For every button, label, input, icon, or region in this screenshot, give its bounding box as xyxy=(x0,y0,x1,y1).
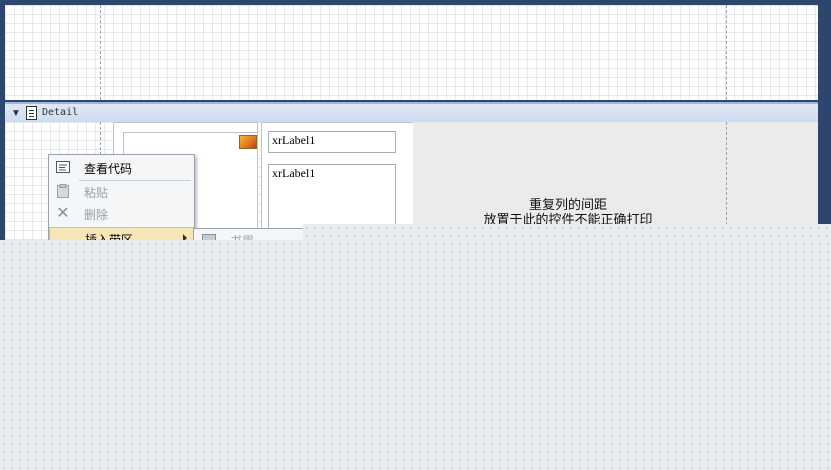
context-menu: 查看代码 粘贴 ✕ 删除 插入带区 xyxy=(48,154,195,249)
menu-item-label: 删除 xyxy=(84,208,109,222)
left-margin-guide xyxy=(100,5,101,100)
view-code-icon xyxy=(55,160,71,176)
right-margin-guide xyxy=(726,5,727,100)
menu-item-label: 查看代码 xyxy=(84,162,133,176)
menu-item-paste[interactable]: 粘贴 xyxy=(49,181,194,203)
delete-icon: ✕ xyxy=(56,205,70,222)
xrlabel-top[interactable]: xrLabel1 xyxy=(268,131,396,153)
paste-icon xyxy=(55,184,71,200)
menu-item-view-code[interactable]: 查看代码 xyxy=(49,157,194,179)
picture-icon xyxy=(239,135,257,149)
empty-workspace xyxy=(0,240,831,470)
band-title: Detail xyxy=(42,107,79,118)
menu-item-label: 粘贴 xyxy=(84,186,109,200)
band-icon xyxy=(26,106,37,120)
collapse-arrow-icon[interactable]: ▼ xyxy=(11,108,21,119)
report-design-surface-top[interactable] xyxy=(5,5,818,100)
empty-workspace-notch xyxy=(303,224,831,240)
detail-band-header[interactable]: ▼ Detail xyxy=(5,102,818,124)
menu-item-delete[interactable]: ✕ 删除 xyxy=(49,203,194,225)
